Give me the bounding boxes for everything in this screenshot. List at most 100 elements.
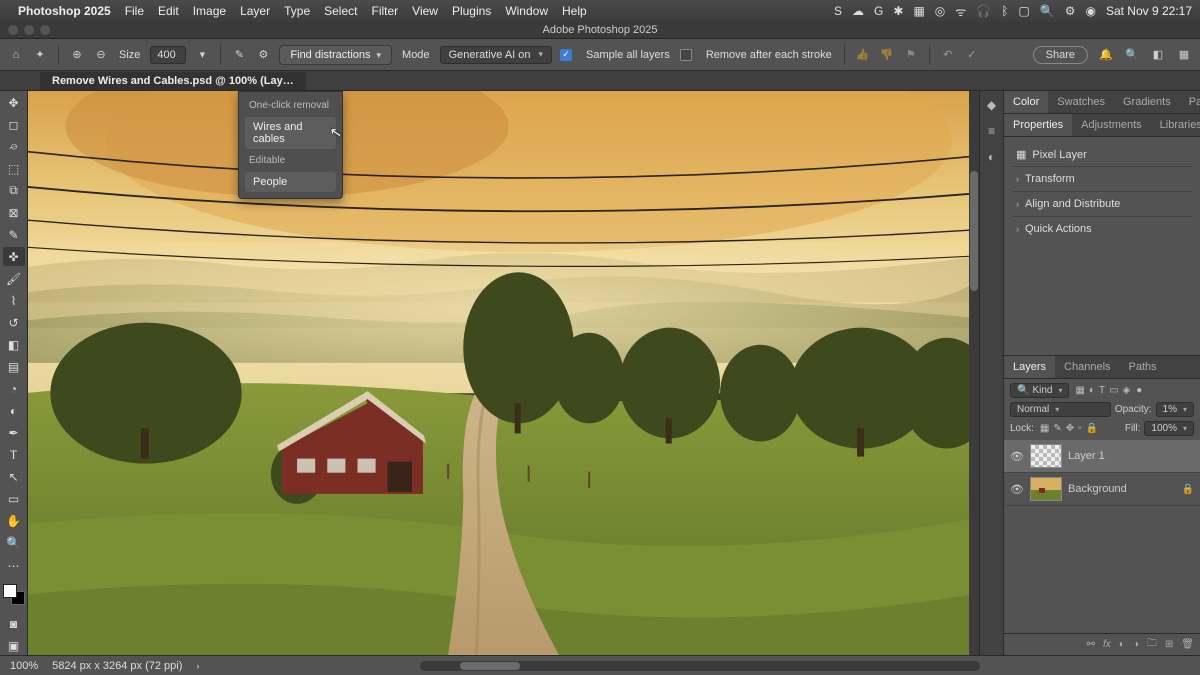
frame-tool[interactable]: ⊠ [3,203,25,222]
workspace-icon[interactable]: ◧ [1150,47,1166,63]
display-icon[interactable]: ▢ [1018,4,1029,18]
layer-filter-icons[interactable]: ▦◐T▭◈● [1073,385,1144,396]
layer-thumbnail[interactable] [1030,477,1062,501]
status-icon[interactable]: G [874,4,883,18]
crop-tool[interactable]: ⧉ [3,181,25,200]
menubar-clock[interactable]: Sat Nov 9 22:17 [1106,4,1192,18]
dodge-tool[interactable]: ◐ [3,402,25,421]
adjustment-layer-icon[interactable]: ◑ [1133,639,1139,650]
hand-tool[interactable]: ✋ [3,512,25,531]
tab-swatches[interactable]: Swatches [1048,91,1114,113]
undo-icon[interactable]: ↶ [940,47,956,63]
type-tool[interactable]: T [3,446,25,465]
tab-layers[interactable]: Layers [1004,356,1055,378]
lock-icon[interactable]: 🔒 [1182,484,1194,495]
section-align[interactable]: ›Align and Distribute [1012,191,1192,216]
section-transform[interactable]: ›Transform [1012,166,1192,191]
tab-patterns[interactable]: Patterns [1180,91,1200,113]
mode-select[interactable]: Generative AI on▾ [440,46,552,64]
menu-select[interactable]: Select [324,4,357,18]
layer-name[interactable]: Background [1068,483,1176,495]
dock-icon[interactable]: ≡ [984,123,1000,139]
layer-thumbnail[interactable] [1030,444,1062,468]
search-icon[interactable]: 🔍 [1124,47,1140,63]
home-icon[interactable]: ⌂ [8,47,24,63]
bell-icon[interactable]: 🔔 [1098,47,1114,63]
window-controls[interactable] [8,25,50,35]
flag-icon[interactable]: ⚑ [903,47,919,63]
quick-mask[interactable]: ◙ [3,614,25,633]
group-icon[interactable]: 🗀 [1147,636,1157,653]
layer-filter-kind[interactable]: 🔍Kind▾ [1010,383,1069,398]
brush-mode-icon[interactable]: ⊕ [69,47,85,63]
status-icon[interactable]: ✱ [893,4,903,18]
menu-file[interactable]: File [125,4,144,18]
thumbs-up-icon[interactable]: 👍 [855,47,871,63]
wifi-icon[interactable]: ᯤ [955,3,966,20]
gradient-tool[interactable]: ▤ [3,358,25,377]
document-tab[interactable]: Remove Wires and Cables.psd @ 100% (Lay… [40,72,306,90]
color-swatches[interactable] [3,584,25,605]
brush-settings-icon[interactable]: ✎ [231,47,247,63]
menu-help[interactable]: Help [562,4,587,18]
document-canvas[interactable] [28,91,969,655]
bluetooth-icon[interactable]: ᛒ [1001,4,1008,18]
stamp-tool[interactable]: ⌇ [3,291,25,310]
tab-libraries[interactable]: Libraries [1151,114,1200,136]
tab-paths[interactable]: Paths [1120,356,1166,378]
document-dimensions[interactable]: 5824 px x 3264 px (72 ppi) [52,660,182,672]
menu-view[interactable]: View [412,4,438,18]
blur-tool[interactable]: ◔ [3,380,25,399]
remove-after-stroke-checkbox[interactable] [680,49,692,61]
fill-field[interactable]: 100%▾ [1144,421,1194,436]
shape-tool[interactable]: ▭ [3,490,25,509]
menu-type[interactable]: Type [284,4,310,18]
menu-image[interactable]: Image [193,4,226,18]
control-center-icon[interactable]: ⚙ [1065,4,1076,18]
menu-edit[interactable]: Edit [158,4,179,18]
layer-name[interactable]: Layer 1 [1068,450,1194,462]
history-brush-tool[interactable]: ↺ [3,313,25,332]
remove-tool[interactable]: ✜ [3,247,25,266]
tab-color[interactable]: Color [1004,91,1048,113]
path-tool[interactable]: ↖ [3,468,25,487]
share-button[interactable]: Share [1033,46,1088,64]
tab-channels[interactable]: Channels [1055,356,1119,378]
gear-icon[interactable]: ⚙ [255,47,271,63]
layer-row[interactable]: 👁 Background 🔒 [1004,473,1200,506]
visibility-icon[interactable]: 👁 [1010,450,1024,463]
pen-tool[interactable]: ✒ [3,424,25,443]
eyedropper-tool[interactable]: ✎ [3,225,25,244]
screen-mode[interactable]: ▣ [3,636,25,655]
tab-gradients[interactable]: Gradients [1114,91,1180,113]
new-layer-icon[interactable]: ⊞ [1165,639,1173,650]
app-menu[interactable]: Photoshop 2025 [18,4,111,18]
menu-filter[interactable]: Filter [371,4,398,18]
zoom-level[interactable]: 100% [10,660,38,672]
horizontal-scrollbar[interactable] [420,661,980,671]
link-layers-icon[interactable]: ⚯ [1087,639,1095,650]
size-dropdown-icon[interactable]: ▾ [194,47,210,63]
dock-icon[interactable]: ◐ [984,149,1000,165]
layer-mask-icon[interactable]: ◐ [1119,639,1125,650]
find-distractions-button[interactable]: Find distractions [279,45,392,65]
status-icon[interactable]: ☁ [852,4,864,18]
commit-icon[interactable]: ✓ [964,47,980,63]
tab-adjustments[interactable]: Adjustments [1072,114,1151,136]
delete-layer-icon[interactable]: 🗑 [1181,639,1194,650]
status-icon[interactable]: ▦ [913,4,924,18]
eraser-tool[interactable]: ◧ [3,336,25,355]
menu-option-people[interactable]: People [245,172,336,192]
menu-option-wires[interactable]: Wires and cables [245,117,336,149]
status-icon[interactable]: S [834,4,842,18]
sample-all-layers-checkbox[interactable]: ✓ [560,49,572,61]
selection-tool[interactable]: ⬚ [3,159,25,178]
layer-row[interactable]: 👁 Layer 1 [1004,440,1200,473]
lock-icons[interactable]: ▦✎✥▫🔒 [1038,423,1100,434]
visibility-icon[interactable]: 👁 [1010,483,1024,496]
move-tool[interactable]: ✥ [3,93,25,112]
brush-mode-icon[interactable]: ⊖ [93,47,109,63]
headphones-icon[interactable]: 🎧 [976,4,991,18]
search-icon[interactable]: 🔍 [1040,4,1055,18]
thumbs-down-icon[interactable]: 👎 [879,47,895,63]
